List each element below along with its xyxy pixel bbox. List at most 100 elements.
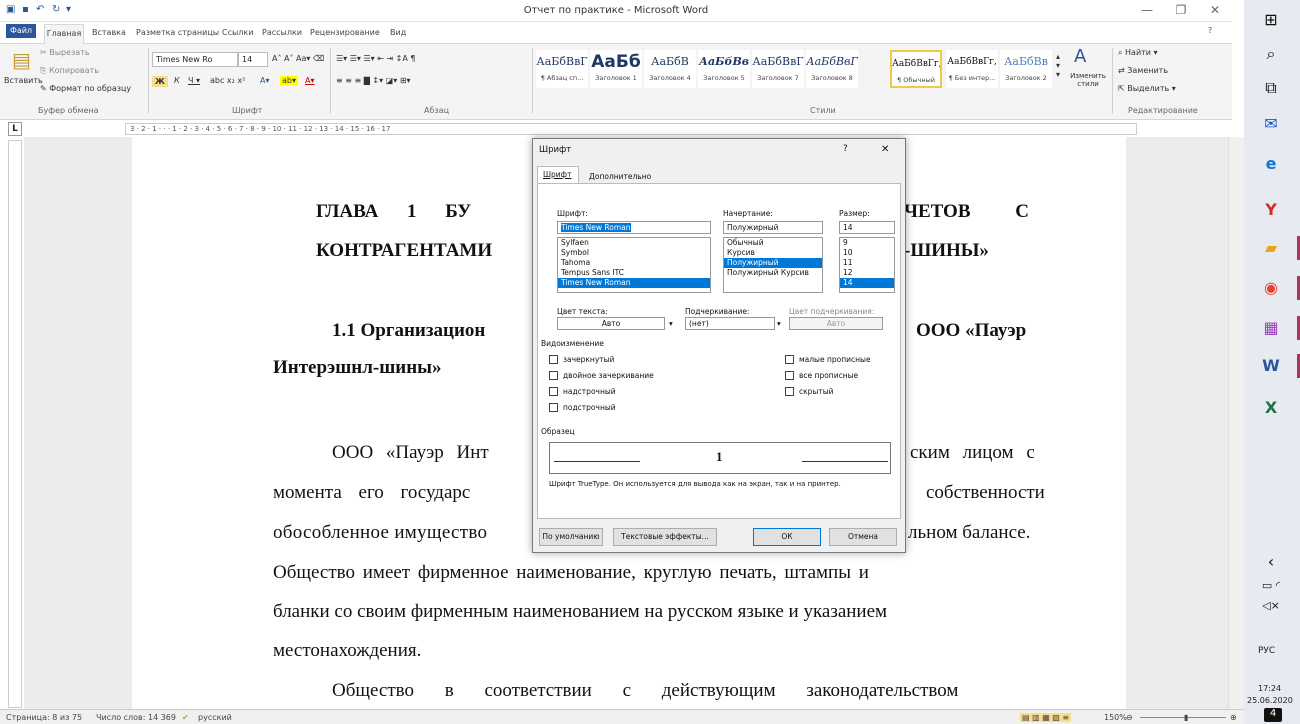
underline-button[interactable]: Ч ▾ (188, 76, 200, 85)
cancel-button[interactable]: Отмена (829, 528, 897, 546)
list-item[interactable]: 12 (840, 268, 894, 278)
dialog-close-button[interactable]: ✕ (881, 144, 889, 155)
replace-button[interactable]: ⇄ Заменить (1118, 66, 1168, 75)
font-name-combo[interactable]: Times New Ro (152, 52, 238, 67)
hidden-checkbox[interactable] (785, 387, 794, 396)
superscript-checkbox[interactable] (549, 387, 558, 396)
horizontal-ruler[interactable]: 3 · 2 · 1 · · · 1 · 2 · 3 · 4 · 5 · 6 · … (125, 123, 1137, 135)
style-item[interactable]: АаБбВвГг, ¶ Без интер... (946, 50, 998, 88)
chevron-down-icon[interactable]: ▾ (777, 319, 781, 328)
zoom-out-icon[interactable]: ⊖ (1126, 713, 1133, 722)
all-caps-checkbox[interactable] (785, 371, 794, 380)
view-buttons[interactable]: ▤ ▥ ▦ ▧ ≡ (1020, 713, 1072, 722)
list-item-selected[interactable]: 14 (840, 278, 894, 288)
style-item-normal[interactable]: АаБбВвГг, ¶ Обычный (890, 50, 942, 88)
dialog-help-button[interactable]: ? (843, 144, 848, 154)
word-count[interactable]: Число слов: 14 369 (96, 713, 176, 722)
align-icons[interactable]: ≡ ≡ ≡ ▇ ↕▾ ◪▾ ⊞▾ (336, 76, 411, 85)
font-style-input[interactable]: Полужирный (723, 221, 823, 234)
zoom-level[interactable]: 150% (1104, 713, 1127, 722)
underline-select[interactable]: (нет) (685, 317, 775, 330)
notifications-icon[interactable]: 4 (1264, 708, 1282, 722)
text-effects-icon[interactable]: A▾ (260, 76, 270, 85)
paste-icon[interactable]: ▤ (12, 48, 31, 72)
proofing-icon[interactable]: ✔ (182, 713, 189, 722)
style-item[interactable]: АаБбВвГ ¶ Абзац сп... (536, 50, 588, 88)
input-language[interactable]: РУС (1258, 646, 1275, 656)
list-item[interactable]: Sylfaen (558, 238, 710, 248)
restore-button[interactable]: ❐ (1166, 3, 1196, 17)
font-name-list[interactable]: Sylfaen Symbol Tahoma Tempus Sans ITC Ti… (557, 237, 711, 293)
format-painter-button[interactable]: ✎ Формат по образцу (40, 84, 131, 93)
zoom-slider[interactable] (1140, 717, 1226, 718)
list-item[interactable]: 10 (840, 248, 894, 258)
small-caps-checkbox[interactable] (785, 355, 794, 364)
tab-review[interactable]: Рецензирование (310, 28, 380, 37)
strikethrough-checkbox[interactable] (549, 355, 558, 364)
grow-font-icon[interactable]: A˄ A˅ Aa▾ ⌫ (272, 54, 324, 63)
excel-icon[interactable]: X (1259, 396, 1283, 420)
style-item[interactable]: АаБбВ Заголовок 4 (644, 50, 696, 88)
list-item[interactable]: Symbol (558, 248, 710, 258)
double-strikethrough-checkbox[interactable] (549, 371, 558, 380)
volume-icon[interactable]: ◁× (1259, 594, 1283, 618)
font-size-input[interactable]: 14 (839, 221, 895, 234)
subscript-checkbox[interactable] (549, 403, 558, 412)
text-color-select[interactable]: Авто (557, 317, 665, 330)
italic-button[interactable]: К (174, 76, 180, 85)
tab-mailings[interactable]: Рассылки (262, 28, 302, 37)
style-item[interactable]: АаБбВвГ Заголовок 8 (806, 50, 858, 88)
app-icon[interactable]: ▦ (1259, 316, 1283, 340)
underline-color-select[interactable]: Авто (789, 317, 883, 330)
highlight-icon[interactable]: ab▾ (280, 76, 298, 85)
list-item[interactable]: Полужирный Курсив (724, 268, 822, 278)
select-button[interactable]: ⇱ Выделить ▾ (1118, 84, 1176, 93)
tab-advanced[interactable]: Дополнительно (589, 172, 651, 181)
bold-button[interactable]: Ж (152, 76, 168, 87)
text-effects-button[interactable]: Текстовые эффекты... (613, 528, 717, 546)
change-styles-icon[interactable]: A (1074, 46, 1086, 67)
cut-button[interactable]: ✂ Вырезать (40, 48, 90, 57)
vertical-scrollbar[interactable] (1228, 137, 1244, 709)
chevron-down-icon[interactable]: ▾ (669, 319, 673, 328)
font-size-combo[interactable]: 14 (238, 52, 268, 67)
font-style-list[interactable]: Обычный Курсив Полужирный Полужирный Кур… (723, 237, 823, 293)
zoom-thumb[interactable]: ▮ (1184, 713, 1188, 722)
yandex-icon[interactable]: Y (1259, 198, 1283, 222)
tab-page-layout[interactable]: Разметка страницы (136, 28, 219, 37)
clock-time[interactable]: 17:24 (1258, 684, 1281, 693)
list-item-selected[interactable]: Times New Roman (558, 278, 710, 288)
edge-icon[interactable]: e (1259, 152, 1283, 176)
strikethrough-button[interactable]: abc x₂ x² (210, 76, 245, 85)
help-icon[interactable]: ? (1208, 26, 1212, 35)
styles-scroll-icon[interactable]: ▴ ▾ ▾ (1056, 52, 1060, 79)
clock-date[interactable]: 25.06.2020 (1247, 696, 1293, 705)
style-item[interactable]: АаБб Заголовок 1 (590, 50, 642, 88)
windows-start-icon[interactable]: ⊞ (1259, 8, 1283, 32)
language[interactable]: русский (198, 713, 232, 722)
tab-insert[interactable]: Вставка (92, 28, 126, 37)
tab-view[interactable]: Вид (390, 28, 406, 37)
minimize-button[interactable]: — (1132, 3, 1162, 17)
change-styles-button[interactable]: Изменить стили (1068, 72, 1108, 88)
list-item-selected[interactable]: Полужирный (724, 258, 822, 268)
bullets-icon[interactable]: ☰▾ ☰▾ ☰▾ ⇤ ⇥ ↕A ¶ (336, 54, 416, 63)
list-item[interactable]: 11 (840, 258, 894, 268)
file-explorer-icon[interactable]: ▰ (1259, 236, 1283, 260)
find-button[interactable]: ⌕ Найти ▾ (1118, 48, 1158, 58)
list-item[interactable]: Tempus Sans ITC (558, 268, 710, 278)
mail-icon[interactable]: ✉ (1259, 112, 1283, 136)
ok-button[interactable]: ОК (753, 528, 821, 546)
tab-references[interactable]: Ссылки (222, 28, 253, 37)
style-item[interactable]: АаБбВв Заголовок 5 (698, 50, 750, 88)
tab-home[interactable]: Главная (44, 24, 84, 45)
list-item[interactable]: Tahoma (558, 258, 710, 268)
list-item[interactable]: 9 (840, 238, 894, 248)
page-count[interactable]: Страница: 8 из 75 (6, 713, 82, 722)
list-item[interactable]: Обычный (724, 238, 822, 248)
list-item[interactable]: Курсив (724, 248, 822, 258)
tab-font[interactable]: Шрифт (543, 170, 571, 179)
chevron-left-icon[interactable]: ‹ (1259, 550, 1283, 574)
font-color-icon[interactable]: A▾ (305, 76, 315, 85)
zoom-in-icon[interactable]: ⊕ (1230, 713, 1237, 722)
